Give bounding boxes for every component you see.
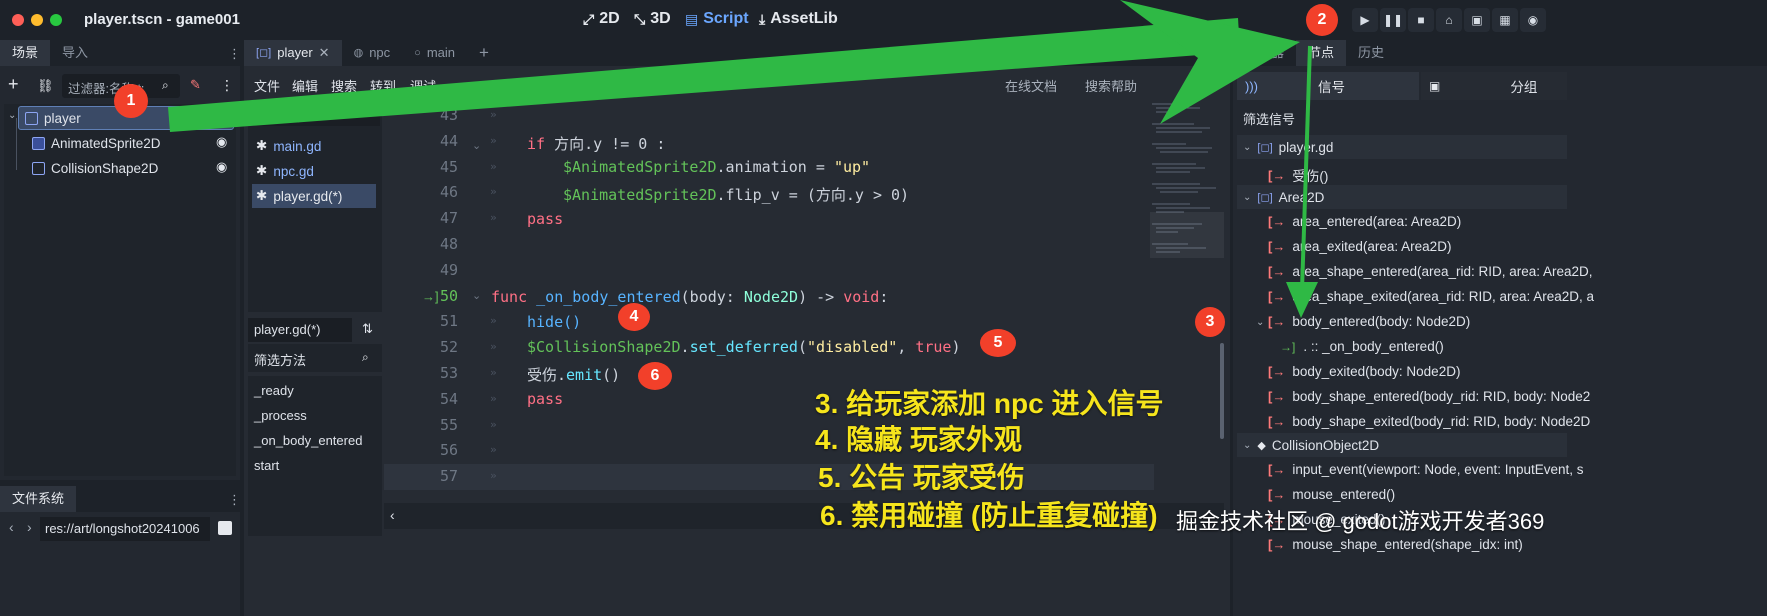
watermark: 掘金技术社区 @ godot游戏开发者369	[1176, 509, 1545, 534]
annotation-note-3: 3. 给玩家添加 npc 进入信号	[815, 388, 1164, 419]
annotation-note-5: 5. 公告 玩家受伤	[818, 462, 1025, 493]
annotation-note-6: 6. 禁用碰撞 (防止重复碰撞)	[820, 500, 1158, 531]
annotation-badge-1: 1	[114, 84, 148, 118]
arrow-to-node-tab	[168, 18, 1240, 132]
arrow-head-body-entered	[1286, 282, 1318, 318]
annotation-badge-5: 5	[980, 329, 1016, 357]
annotation-badge-6: 6	[638, 362, 672, 390]
annotation-badge-4: 4	[618, 303, 650, 331]
annotation-badge-2: 2	[1306, 4, 1338, 36]
annotation-note-4: 4. 隐藏 玩家外观	[815, 424, 1022, 455]
annotation-badge-3: 3	[1195, 307, 1225, 337]
arrow-to-body-entered	[1300, 45, 1312, 291]
arrow-head-node-tab	[1120, 0, 1300, 124]
